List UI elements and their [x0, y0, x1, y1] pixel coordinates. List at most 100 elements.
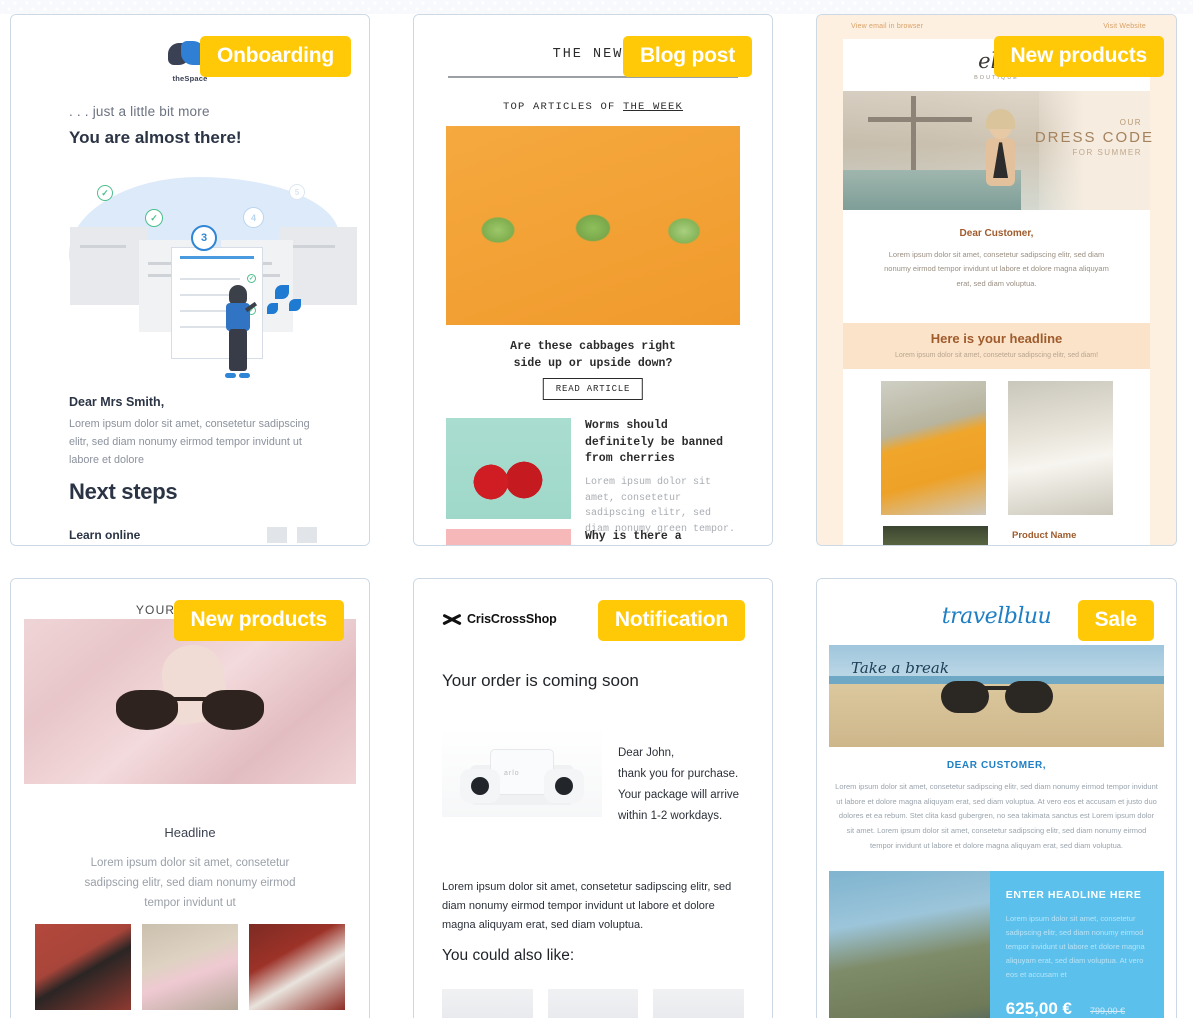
- step-future: 5: [289, 184, 305, 200]
- email-preview-new-products-pink: YOURCOMPANY Headline Lorem ipsum dolor s…: [11, 579, 369, 1018]
- pink-headline: Headline: [164, 825, 216, 840]
- headline-band: [843, 323, 1150, 369]
- product-image-orange-dress[interactable]: [880, 381, 986, 515]
- email-preview-onboarding: theSpace . . . just a little bit more Yo…: [11, 15, 369, 545]
- view-in-browser-link[interactable]: View email in browser: [851, 23, 923, 30]
- product-thumb-hat-woman[interactable]: [249, 924, 345, 1010]
- template-card-notification[interactable]: CrisCrossShop Your order is coming soon …: [413, 578, 773, 1018]
- sale-greeting: DEAR CUSTOMER,: [946, 760, 1047, 771]
- onboarding-illustration: ✓ ✓ ✓ ✓ 3 4 5: [61, 167, 357, 387]
- blog-subhead: TOP ARTICLES OF THE WEEK: [414, 101, 772, 113]
- hero-line-3: FOR SUMMER: [1072, 148, 1142, 157]
- sunglasses-icon: [116, 690, 264, 732]
- notification-message: Dear John, thank you for purchase. Your …: [618, 727, 739, 827]
- sale-price-row: 625,00 € 799,00 €: [1006, 999, 1148, 1018]
- blog-article-row: Worms should definitely be banned from c…: [446, 418, 740, 545]
- onboarding-learn-link[interactable]: Learn online: [69, 528, 140, 542]
- sale-offer-block: ENTER HEADLINE HERE Lorem ipsum dolor si…: [829, 871, 1164, 1018]
- logo-prefix: YOUR: [135, 603, 176, 617]
- badge-new-products-cream[interactable]: New products: [993, 36, 1164, 78]
- blog-read-article-button[interactable]: READ ARTICLE: [542, 378, 644, 400]
- badge-new-products-pink[interactable]: New products: [173, 600, 344, 642]
- blog-article-row-2: Why is there a lollipop in: [446, 529, 740, 545]
- template-card-onboarding[interactable]: theSpace . . . just a little bit more Yo…: [10, 14, 370, 546]
- template-card-blog-post[interactable]: THE NEWS TOP ARTICLES OF THE WEEK Are th…: [413, 14, 773, 546]
- email-preview-blog: THE NEWS TOP ARTICLES OF THE WEEK Are th…: [414, 15, 772, 545]
- sale-offer-panel: ENTER HEADLINE HERE Lorem ipsum dolor si…: [989, 871, 1164, 1018]
- illustration-sheet: [70, 227, 148, 305]
- criscrossshop-logo: CrisCrossShop: [442, 611, 557, 627]
- notification-body: Lorem ipsum dolor sit amet, consetetur s…: [442, 881, 732, 931]
- product-image-white-dress[interactable]: [1007, 381, 1113, 515]
- sale-hero-text: Take a break: [851, 659, 949, 677]
- badge-blog-post[interactable]: Blog post: [622, 36, 752, 78]
- email-preview-notification: CrisCrossShop Your order is coming soon …: [414, 579, 772, 1018]
- illustration-person: [221, 285, 258, 378]
- pink-body: Lorem ipsum dolor sit amet, consetetur s…: [84, 857, 296, 910]
- notification-section-title: You could also like:: [442, 947, 575, 964]
- template-card-new-products-pink[interactable]: YOURCOMPANY Headline Lorem ipsum dolor s…: [10, 578, 370, 1018]
- template-gallery-page: theSpace . . . just a little bit more Yo…: [0, 0, 1193, 1018]
- blog-article-thumbnail-2: [446, 529, 571, 545]
- template-card-new-products-cream[interactable]: View email in browser Visit Website elis…: [816, 14, 1177, 546]
- message-line: thank you for purchase.: [618, 767, 739, 780]
- hero-line-2: DRESS CODE: [1034, 129, 1154, 146]
- email-preview-sale: travelbluu Take a break DEAR CUSTOMER, L…: [817, 579, 1176, 1018]
- onboarding-pre-headline: . . . just a little bit more: [69, 104, 210, 119]
- blog-caption-line2: side up or upside down?: [513, 356, 673, 370]
- blog-article-text: Lorem ipsum dolor sit amet, consetetur s…: [585, 477, 736, 535]
- cream-headline: Here is your headline: [930, 331, 1063, 346]
- notification-product-block: arlo Dear John, thank you for purchase. …: [442, 727, 744, 827]
- product-thumb-floral-dress[interactable]: [142, 924, 238, 1010]
- sunglasses-icon: [940, 681, 1053, 715]
- badge-onboarding[interactable]: Onboarding: [200, 36, 351, 78]
- sale-old-price: 799,00 €: [1089, 1006, 1126, 1017]
- crisscross-icon: [442, 611, 462, 627]
- blog-article-thumbnail-cherries: [446, 418, 571, 519]
- notification-headline: Your order is coming soon: [442, 671, 639, 690]
- sale-panel-headline: ENTER HEADLINE HERE: [1005, 889, 1142, 901]
- blog-subhead-link[interactable]: THE WEEK: [623, 101, 683, 113]
- top-pattern-strip: [0, 0, 1193, 14]
- template-card-grid: theSpace . . . just a little bit more Yo…: [10, 14, 1183, 1018]
- product-image-arlo-camera: arlo: [442, 727, 602, 817]
- illustration-leaf: [267, 303, 278, 314]
- hero-line-1: OUR: [1119, 118, 1142, 127]
- sale-price: 625,00 €: [1005, 999, 1072, 1018]
- product-thumb-black-dress[interactable]: [35, 924, 131, 1010]
- illustration-leaf: [275, 285, 289, 299]
- cream-body: Lorem ipsum dolor sit amet, consetetur s…: [884, 250, 1109, 288]
- blog-subhead-prefix: TOP ARTICLES OF: [502, 101, 623, 113]
- onboarding-footer-icons: [267, 527, 317, 543]
- blog-hero-image-cabbages: [446, 126, 740, 325]
- arlo-label: arlo: [504, 770, 520, 777]
- pink-product-row: [35, 924, 345, 1010]
- badge-notification[interactable]: Notification: [597, 600, 745, 642]
- building-icon: [297, 527, 317, 543]
- product-image-row: [817, 381, 1176, 515]
- recommended-thumb[interactable]: [442, 989, 533, 1018]
- onboarding-headline: You are almost there!: [69, 128, 242, 147]
- cream-headline-sub: Lorem ipsum dolor sit amet, consetetur s…: [894, 352, 1099, 359]
- onboarding-section-title: Next steps: [69, 479, 178, 504]
- recommended-products-row: [442, 989, 745, 1018]
- step-check-icon: ✓: [97, 185, 113, 201]
- sale-offer-photo: [829, 871, 990, 1018]
- message-line: Your package will arrive: [618, 788, 740, 801]
- blog-article-title-2: Why is there a lollipop in: [585, 530, 682, 543]
- illustration-leaf: [289, 299, 301, 311]
- step-next: 4: [243, 207, 264, 228]
- template-card-sale[interactable]: travelbluu Take a break DEAR CUSTOMER, L…: [816, 578, 1177, 1018]
- visit-website-link[interactable]: Visit Website: [1103, 23, 1146, 30]
- product-image-third[interactable]: [883, 526, 988, 545]
- recommended-thumb[interactable]: [653, 989, 745, 1018]
- message-line: within 1-2 workdays.: [618, 809, 723, 822]
- sale-body: Lorem ipsum dolor sit amet, consetetur s…: [835, 782, 1158, 850]
- pink-hero-image-sunglasses: [24, 619, 356, 784]
- cream-greeting: Dear Customer,: [959, 228, 1034, 239]
- blog-article-title: Worms should definitely be banned from c…: [585, 419, 724, 466]
- recommended-thumb[interactable]: [547, 989, 639, 1018]
- badge-sale[interactable]: Sale: [1077, 600, 1154, 642]
- criscrossshop-name: CrisCrossShop: [467, 612, 557, 626]
- sale-panel-text: Lorem ipsum dolor sit amet, consetetur s…: [1005, 914, 1145, 979]
